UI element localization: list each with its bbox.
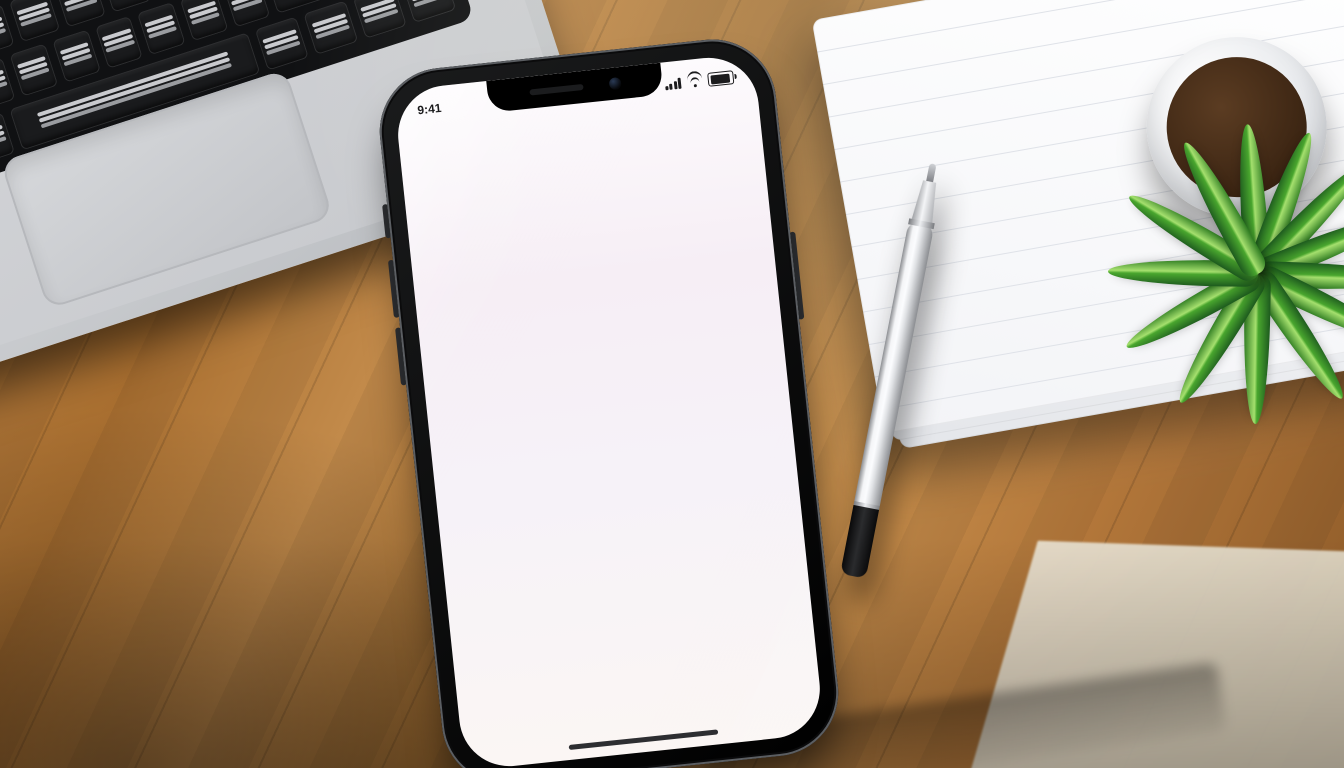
floor-glimpse [962, 541, 1344, 768]
plant-pot [1141, 31, 1333, 223]
battery-icon [707, 70, 734, 87]
succulent-plant [981, 0, 1344, 303]
phone-speaker [529, 84, 583, 96]
wifi-icon [686, 75, 702, 88]
status-right-cluster [664, 70, 735, 91]
cellular-signal-icon [664, 77, 682, 90]
phone-screen[interactable]: 9:41 [393, 53, 825, 768]
desk-scene: 9:41 [0, 0, 1344, 768]
phone-front-camera [608, 77, 621, 90]
smartphone: 9:41 [373, 33, 844, 768]
laptop-trackpad [0, 69, 333, 309]
pen-grip [840, 505, 879, 579]
status-time: 9:41 [417, 101, 442, 117]
